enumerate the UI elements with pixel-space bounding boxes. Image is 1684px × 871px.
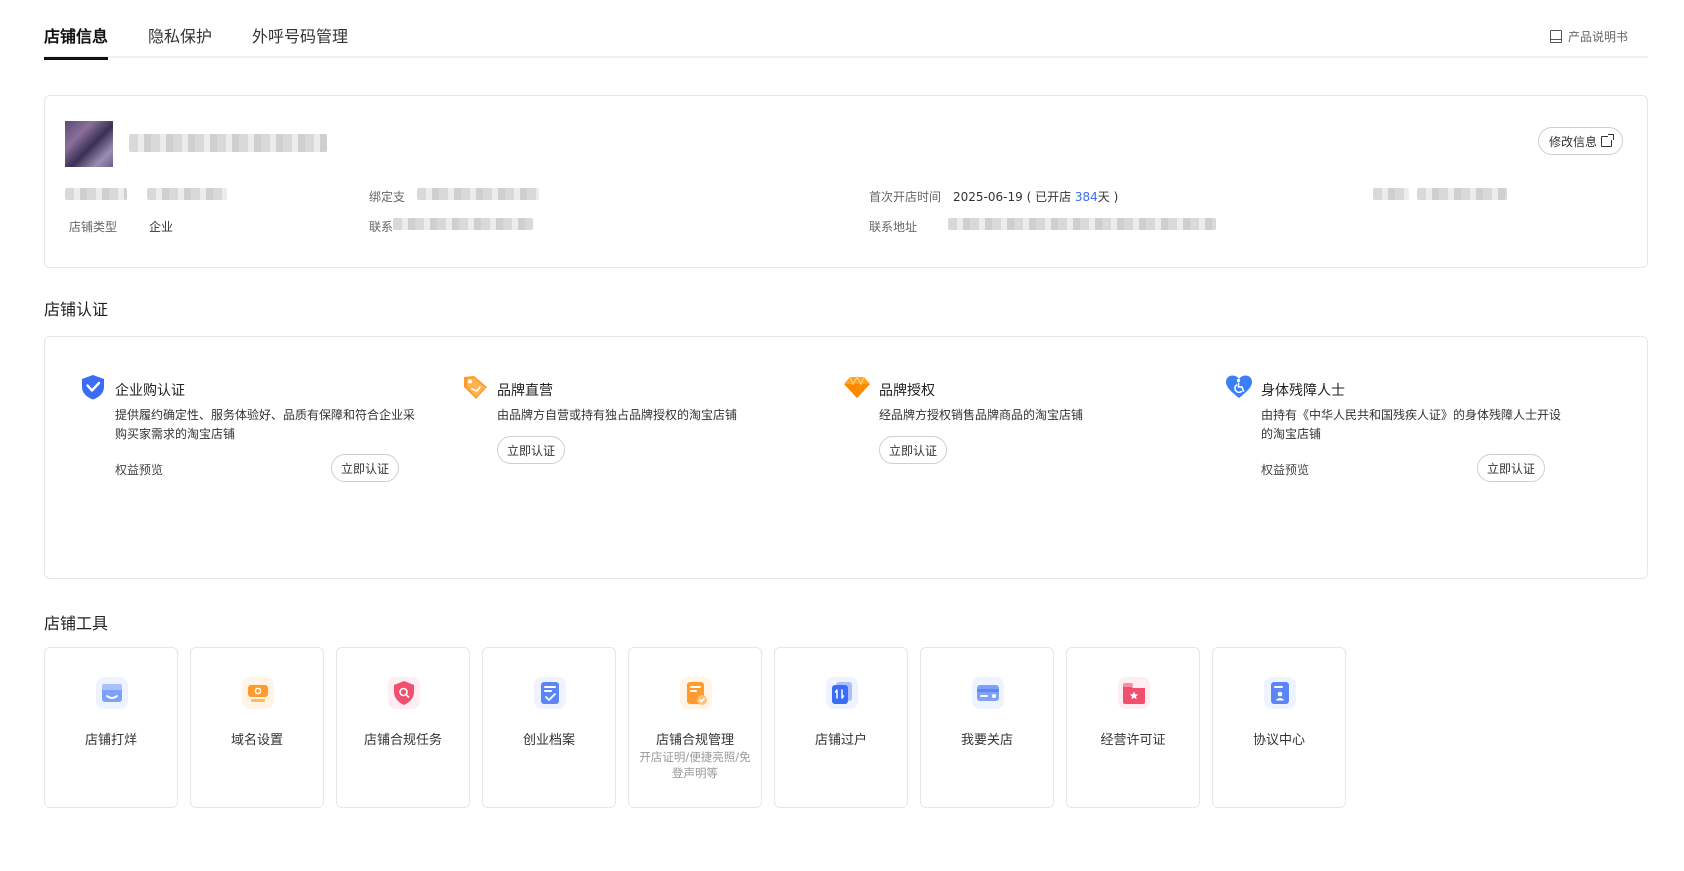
benefit-preview-link[interactable]: 权益预览 — [115, 461, 163, 478]
external-link-icon — [1601, 133, 1614, 147]
address-value-redacted — [948, 218, 1216, 230]
address-label: 联系地址 — [869, 220, 918, 234]
tool-label: 店铺过户 — [814, 733, 867, 748]
certify-button[interactable]: 立即认证 — [497, 436, 566, 464]
open-days-count: 384 — [1074, 190, 1098, 204]
tool-label: 我要关店 — [960, 733, 1013, 748]
field-label-redacted — [65, 188, 127, 200]
archive-icon — [534, 677, 566, 709]
tool-close-store[interactable]: 我要关店 — [920, 647, 1054, 808]
tool-domain-settings[interactable]: 域名设置 — [190, 647, 324, 808]
store-type-label: 店铺类型 — [69, 220, 118, 234]
store-avatar — [65, 121, 113, 167]
product-manual-link[interactable]: 产品说明书 — [1549, 28, 1628, 45]
cert-title: 品牌授权 — [879, 383, 935, 399]
field-value-redacted — [1417, 188, 1507, 200]
store-type-value: 企业 — [149, 220, 174, 234]
compliance-shield-icon — [388, 677, 420, 709]
tool-compliance-management[interactable]: 店铺合规管理 开店证明/便捷亮照/免登声明等 — [628, 647, 762, 808]
store-close-icon — [96, 677, 128, 709]
tab-bar: 店铺信息 隐私保护 外呼号码管理 产品说明书 — [44, 20, 1648, 60]
domain-icon — [242, 677, 274, 709]
certify-button[interactable]: 立即认证 — [1477, 454, 1546, 482]
transfer-icon — [826, 677, 858, 709]
store-name-redacted — [129, 134, 327, 152]
binding-label: 绑定支 — [369, 190, 406, 204]
certify-button[interactable]: 立即认证 — [331, 454, 400, 482]
open-prefix: ( 已开店 — [1026, 190, 1075, 204]
cert-section-title: 店铺认证 — [44, 300, 109, 319]
diamond-icon — [844, 375, 870, 398]
tool-store-transfer[interactable]: 店铺过户 — [774, 647, 908, 808]
field-label-redacted — [1373, 188, 1409, 200]
license-icon — [1118, 677, 1150, 709]
tool-store-close[interactable]: 店铺打烊 — [44, 647, 178, 808]
first-open-value: 2025-06-19 ( 已开店 384天 ) — [953, 188, 1118, 205]
tool-startup-archive[interactable]: 创业档案 — [482, 647, 616, 808]
cert-title: 品牌直营 — [497, 383, 553, 399]
tool-label: 域名设置 — [230, 733, 283, 748]
agreement-icon — [1264, 677, 1296, 709]
tool-business-license[interactable]: 经营许可证 — [1066, 647, 1200, 808]
tool-label: 经营许可证 — [1100, 733, 1166, 748]
tool-label: 店铺合规管理 — [655, 733, 734, 748]
book-icon — [1549, 30, 1562, 43]
edit-info-button[interactable]: 修改信息 — [1537, 127, 1623, 155]
cert-desc: 由品牌方自营或持有独占品牌授权的淘宝店铺 — [497, 408, 738, 422]
tool-label: 店铺合规任务 — [363, 733, 442, 748]
tool-label: 协议中心 — [1252, 733, 1305, 748]
field-value-redacted — [147, 188, 227, 200]
first-open-label: 首次开店时间 — [869, 190, 942, 204]
cert-title: 身体残障人士 — [1261, 383, 1345, 399]
tab-privacy[interactable]: 隐私保护 — [148, 23, 212, 58]
binding-value-redacted — [417, 188, 539, 200]
cert-card: 企业购认证 提供履约确定性、服务体验好、品质有保障和符合企业采购买家需求的淘宝店… — [44, 336, 1648, 579]
tool-sublabel: 开店证明/便捷亮照/免登声明等 — [639, 750, 751, 780]
store-info-card: 修改信息 绑定支 首次开店时间 2025-06-19 ( 已开店 384天 ) … — [44, 95, 1648, 268]
close-store-icon — [972, 677, 1004, 709]
cert-desc: 由持有《中华人民共和国残疾人证》的身体残障人士开设的淘宝店铺 — [1261, 408, 1562, 441]
contact-value-redacted — [393, 218, 533, 230]
compliance-doc-icon — [680, 677, 712, 709]
certify-button[interactable]: 立即认证 — [879, 436, 948, 464]
tools-section-title: 店铺工具 — [44, 614, 109, 633]
accessibility-heart-icon — [1226, 375, 1252, 398]
tab-outbound-numbers[interactable]: 外呼号码管理 — [252, 23, 348, 58]
cert-desc: 提供履约确定性、服务体验好、品质有保障和符合企业采购买家需求的淘宝店铺 — [115, 408, 416, 441]
tab-store-info[interactable]: 店铺信息 — [44, 23, 109, 60]
product-manual-label: 产品说明书 — [1567, 30, 1628, 44]
edit-info-label: 修改信息 — [1548, 134, 1597, 149]
contact-label: 联系 — [369, 220, 394, 234]
tag-icon — [464, 376, 487, 399]
cert-desc: 经品牌方授权销售品牌商品的淘宝店铺 — [879, 408, 1084, 422]
open-suffix: 天 ) — [1097, 190, 1119, 204]
cert-title: 企业购认证 — [115, 383, 185, 399]
benefit-preview-link[interactable]: 权益预览 — [1261, 461, 1309, 478]
verified-shield-icon — [82, 375, 104, 400]
tool-agreement-center[interactable]: 协议中心 — [1212, 647, 1346, 808]
tool-compliance-tasks[interactable]: 店铺合规任务 — [336, 647, 470, 808]
tool-label: 店铺打烊 — [84, 733, 137, 748]
tool-label: 创业档案 — [522, 733, 575, 748]
first-open-date: 2025-06-19 — [953, 190, 1023, 204]
